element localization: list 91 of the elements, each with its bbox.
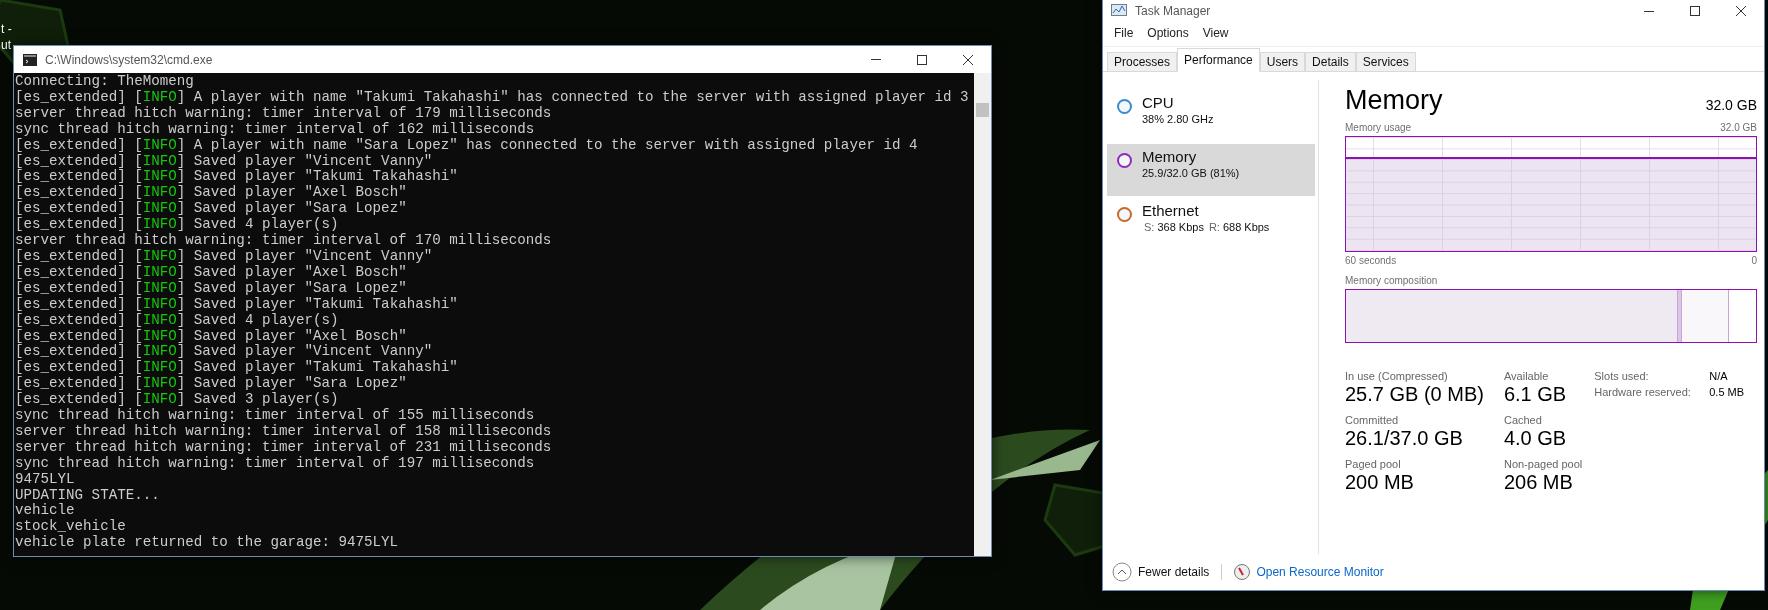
detail-label: S: (1144, 221, 1155, 233)
console-line: sync thread hitch warning: timer interval of 197 milliseconds (15, 455, 536, 472)
minimize-icon (871, 59, 881, 60)
menu-item[interactable]: View (1195, 24, 1236, 42)
stat-label: Available (1503, 370, 1550, 382)
item-name: CPU (1142, 94, 1175, 111)
scrollbar[interactable] (974, 73, 991, 556)
chart-icon (1111, 4, 1127, 18)
console-line: [es_extended] [INFO] A player with name "Takumi Takahashi" has connected to the server with assigned player id 3 (15, 89, 970, 106)
graph-label: Memory usage (1345, 122, 1412, 133)
detail-value: 368 Kbps (1157, 221, 1204, 233)
stat-value: 4.0 GB (1503, 427, 1568, 450)
close-icon (963, 54, 973, 65)
stat-label: Committed (1345, 414, 1400, 426)
stat-label: Cached (1503, 414, 1543, 426)
menu-item[interactable]: Options (1140, 24, 1196, 42)
console-line: server thread hitch warning: timer interval of 179 milliseconds (15, 105, 553, 122)
console-line: [es_extended] [INFO] Saved player "Axel Bosch" (15, 328, 408, 344)
sidebar-item[interactable]: Ethernet S: 368 Kbps R: 688 Kbps (1107, 198, 1315, 250)
window-title: Task Manager (1135, 4, 1212, 18)
console-line: sync thread hitch warning: timer interval of 155 milliseconds (15, 408, 536, 424)
console-line: stock_vehicle (15, 519, 127, 535)
tab[interactable]: Services (1355, 52, 1416, 72)
console-line: vehicle (15, 503, 76, 519)
console-line: [es_extended] [INFO] Saved player "Vincent Vanny" (15, 248, 434, 265)
console-line: [es_extended] [INFO] Saved player "Sara Lopez" (15, 280, 408, 297)
menu-item[interactable]: File (1107, 24, 1141, 42)
console-line: 9475LYL (15, 471, 76, 488)
console-icon (23, 53, 37, 66)
console-line: [es_extended] [INFO] Saved 4 player(s) (15, 312, 340, 329)
console-line: [es_extended] [INFO] A player with name "Sara Lopez" has connected to the server with assigned player id 4 (15, 137, 919, 154)
stat-label: In use (Compressed) (1345, 370, 1449, 382)
graph-max: 32.0 GB (1720, 122, 1757, 133)
tab[interactable]: Processes (1107, 52, 1178, 72)
detail-label: Slots used: (1594, 370, 1650, 382)
total-memory: 32.0 GB (1705, 97, 1757, 115)
console-line: vehicle plate returned to the garage: 9475LYL (15, 535, 400, 552)
stat-value: 206 MB (1503, 471, 1574, 494)
console-line: [es_extended] [INFO] Saved player "Axel Bosch" (15, 264, 408, 281)
detail-value: 2.80 GHz (1167, 113, 1214, 125)
console-line: Connecting: TheMomeng (15, 74, 195, 90)
sidebar-item[interactable]: CPU 38% 2.80 GHz (1107, 90, 1315, 142)
maximize-icon (917, 54, 927, 65)
stat-value: 6.1 GB (1503, 383, 1568, 406)
console-line: [es_extended] [INFO] Saved player "Vincent Vanny" (15, 344, 434, 360)
tab[interactable]: Users (1259, 52, 1306, 72)
console-line: [es_extended] [INFO] Saved player "Axel Bosch" (15, 185, 408, 201)
detail-value: N/A (1709, 370, 1729, 382)
close-icon (1736, 6, 1746, 16)
console-line: server thread hitch warning: timer interval of 231 milliseconds (15, 439, 553, 456)
resource-monitor-link[interactable]: Open Resource Monitor (1256, 565, 1384, 579)
stat-value: 200 MB (1345, 471, 1415, 494)
console-line: sync thread hitch warning: timer interval of 162 milliseconds (15, 121, 536, 138)
graph-label: Memory composition (1345, 275, 1438, 286)
window-title: C:\Windows\system32\cmd.exe (45, 52, 214, 67)
chevron-up-icon (1112, 562, 1132, 582)
detail-value: 688 Kbps (1222, 221, 1270, 233)
console-line: server thread hitch warning: timer interval of 170 milliseconds (15, 233, 553, 249)
detail-value: 25.9/32.0 GB (81%) (1142, 167, 1240, 179)
stat-label: Paged pool (1345, 458, 1402, 470)
item-name: Memory (1142, 148, 1198, 165)
fewer-details-button[interactable]: Fewer details (1112, 562, 1210, 582)
detail-label: R: (1208, 221, 1220, 233)
minimize-icon (1644, 10, 1654, 12)
sidebar-item[interactable]: Memory 25.9/32.0 GB (81%) (1107, 144, 1315, 196)
item-name: Ethernet (1142, 202, 1200, 219)
console-line: [es_extended] [INFO] Saved player "Sara Lopez" (15, 201, 408, 217)
axis-label: 0 (1751, 255, 1757, 266)
tab[interactable]: Details (1305, 52, 1356, 72)
detail-value: 0.5 MB (1709, 386, 1745, 398)
tab[interactable]: Performance (1177, 48, 1260, 72)
axis-label: 60 seconds (1345, 255, 1397, 266)
console-line: [es_extended] [INFO] Saved player "Vincent Vanny" (15, 153, 434, 169)
console-line: [es_extended] [INFO] Saved player "Takumi Takahashi" (15, 296, 459, 313)
console-line: [es_extended] [INFO] Saved 4 player(s) (15, 217, 340, 233)
desktop-icon-label[interactable]: ut (0, 38, 12, 52)
console-line: server thread hitch warning: timer interval of 158 milliseconds (15, 423, 553, 440)
console-line: [es_extended] [INFO] Saved 3 player(s) (15, 392, 340, 408)
detail-label: Hardware reserved: (1594, 386, 1692, 398)
stat-value: 25.7 GB (0 MB) (1345, 383, 1484, 406)
desktop-icon-label[interactable]: t - (0, 22, 12, 36)
stat-value: 26.1/37.0 GB (1345, 427, 1464, 450)
detail-value: 38% (1142, 113, 1165, 125)
console-line: [es_extended] [INFO] Saved player "Takumi Takahashi" (15, 360, 459, 376)
console-line: [es_extended] [INFO] Saved player "Takumi Takahashi" (15, 169, 459, 185)
panel-heading: Memory (1345, 85, 1443, 116)
gauge-icon (1234, 564, 1251, 580)
console-line: UPDATING STATE... (15, 487, 161, 503)
stat-label: Non-paged pool (1503, 458, 1583, 470)
maximize-icon (1690, 6, 1700, 16)
console-line: [es_extended] [INFO] Saved player "Sara Lopez" (15, 376, 408, 392)
